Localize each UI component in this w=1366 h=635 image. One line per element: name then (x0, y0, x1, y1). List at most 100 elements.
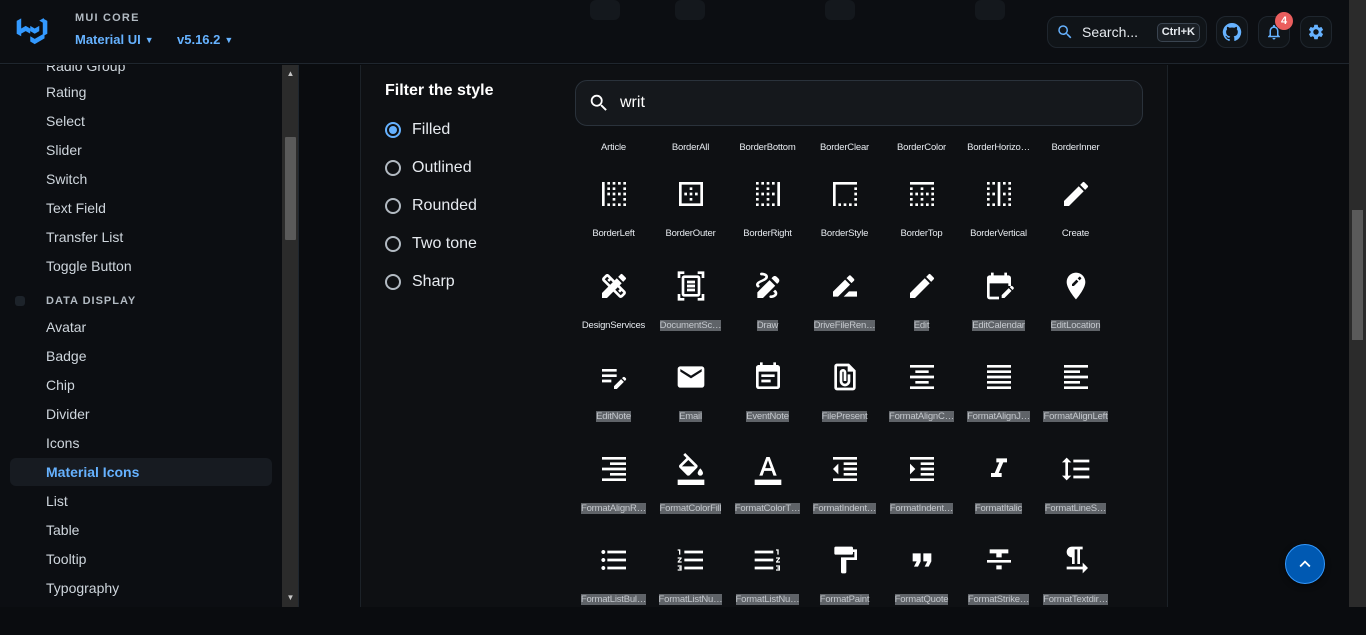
icon-tile[interactable]: Edit (883, 270, 960, 361)
radio-checked-icon[interactable] (385, 122, 401, 138)
icon-tile[interactable]: FormatColorFill (652, 453, 729, 544)
sidebar-scrollbar[interactable]: ▲ ▼ (282, 65, 298, 607)
icon-tile[interactable]: DocumentSc… (652, 270, 729, 361)
sidebar-item-transfer-list[interactable]: Transfer List (10, 223, 272, 251)
format-indent-decrease-icon[interactable] (829, 453, 861, 485)
drive-file-rename-icon[interactable] (829, 270, 861, 302)
icon-tile[interactable]: Email (652, 361, 729, 452)
icon-name-label[interactable]: Article (575, 142, 652, 153)
icon-tile[interactable]: Create (1037, 178, 1114, 269)
email-icon[interactable] (675, 361, 707, 393)
sidebar-item-tooltip[interactable]: Tooltip (10, 545, 272, 573)
edit-calendar-icon[interactable] (983, 270, 1015, 302)
icon-tile[interactable]: FormatItalic (960, 453, 1037, 544)
document-scanner-icon[interactable] (675, 270, 707, 302)
icon-name-label[interactable]: BorderColor (883, 142, 960, 153)
sidebar-item-chip[interactable]: Chip (10, 371, 272, 399)
sidebar-item-icons[interactable]: Icons (10, 429, 272, 457)
icon-tile[interactable]: Draw (729, 270, 806, 361)
github-button[interactable] (1216, 16, 1248, 48)
border-style-icon[interactable] (829, 178, 861, 210)
icon-tile[interactable]: FormatListNu… (729, 544, 806, 635)
draw-icon[interactable] (752, 270, 784, 302)
page-scrollbar-thumb[interactable] (1352, 210, 1363, 340)
sidebar-item-text-field[interactable]: Text Field (10, 194, 272, 222)
sidebar-item-avatar[interactable]: Avatar (10, 313, 272, 341)
format-textdirection-icon[interactable] (1060, 544, 1092, 576)
settings-button[interactable] (1300, 16, 1332, 48)
icon-tile[interactable]: FilePresent (806, 361, 883, 452)
icon-tile[interactable]: EditLocation (1037, 270, 1114, 361)
format-align-right-icon[interactable] (598, 453, 630, 485)
icon-name-label[interactable]: BorderClear (806, 142, 883, 153)
radio-unchecked-icon[interactable] (385, 236, 401, 252)
filter-option-rounded[interactable]: Rounded (385, 194, 477, 218)
icon-tile[interactable]: FormatIndent… (806, 453, 883, 544)
radio-unchecked-icon[interactable] (385, 198, 401, 214)
icon-tile[interactable]: DriveFileRen… (806, 270, 883, 361)
icon-name-label[interactable]: BorderInner (1037, 142, 1114, 153)
sidebar-item-material-icons[interactable]: Material Icons (10, 458, 272, 486)
icon-tile[interactable]: FormatAlignLeft (1037, 361, 1114, 452)
icon-tile[interactable]: EventNote (729, 361, 806, 452)
border-outer-icon[interactable] (675, 178, 707, 210)
format-list-numbered-icon[interactable] (675, 544, 707, 576)
format-paint-icon[interactable] (829, 544, 861, 576)
product-select[interactable]: Material UI ▼ (75, 32, 154, 47)
scroll-up-icon[interactable]: ▲ (285, 68, 296, 80)
icon-tile[interactable]: FormatAlignJ… (960, 361, 1037, 452)
page-scrollbar[interactable] (1349, 0, 1366, 607)
format-indent-increase-icon[interactable] (906, 453, 938, 485)
sidebar-item-toggle-button[interactable]: Toggle Button (10, 252, 272, 280)
design-services-icon[interactable] (598, 270, 630, 302)
icon-tile[interactable]: FormatLineS… (1037, 453, 1114, 544)
icon-tile[interactable]: BorderLeft (575, 178, 652, 269)
icon-tile[interactable]: FormatQuote (883, 544, 960, 635)
create-icon[interactable] (1060, 178, 1092, 210)
icon-tile[interactable]: FormatAlignC… (883, 361, 960, 452)
icon-search-field[interactable] (575, 80, 1143, 126)
icon-tile[interactable]: BorderOuter (652, 178, 729, 269)
sidebar-item-divider[interactable]: Divider (10, 400, 272, 428)
icon-tile[interactable]: FormatListNu… (652, 544, 729, 635)
sidebar-item-slider[interactable]: Slider (10, 136, 272, 164)
format-align-justify-icon[interactable] (983, 361, 1015, 393)
icon-tile[interactable]: DesignServices (575, 270, 652, 361)
scroll-down-icon[interactable]: ▼ (285, 592, 296, 604)
format-list-bulleted-icon[interactable] (598, 544, 630, 576)
icon-tile[interactable]: EditNote (575, 361, 652, 452)
sidebar-item-badge[interactable]: Badge (10, 342, 272, 370)
mui-logo-icon[interactable] (15, 18, 49, 46)
radio-unchecked-icon[interactable] (385, 160, 401, 176)
icon-tile[interactable]: BorderVertical (960, 178, 1037, 269)
edit-note-icon[interactable] (598, 361, 630, 393)
format-align-left-icon[interactable] (1060, 361, 1092, 393)
event-note-icon[interactable] (752, 361, 784, 393)
icon-tile[interactable]: FormatStrike… (960, 544, 1037, 635)
filter-option-outlined[interactable]: Outlined (385, 156, 472, 180)
format-quote-icon[interactable] (906, 544, 938, 576)
sidebar-item-typography[interactable]: Typography (10, 574, 272, 602)
sidebar-item-switch[interactable]: Switch (10, 165, 272, 193)
format-align-center-icon[interactable] (906, 361, 938, 393)
scroll-to-top-button[interactable] (1285, 544, 1325, 584)
sidebar-item-table[interactable]: Table (10, 516, 272, 544)
icon-tile[interactable]: BorderStyle (806, 178, 883, 269)
icon-tile[interactable]: FormatIndent… (883, 453, 960, 544)
icon-name-label[interactable]: BorderHorizo… (960, 142, 1037, 153)
file-present-icon[interactable] (829, 361, 861, 393)
filter-option-two-tone[interactable]: Two tone (385, 232, 477, 256)
icon-name-label[interactable]: BorderBottom (729, 142, 806, 153)
format-color-text-icon[interactable] (752, 453, 784, 485)
filter-option-sharp[interactable]: Sharp (385, 270, 455, 294)
icon-tile[interactable]: FormatPaint (806, 544, 883, 635)
icon-tile[interactable]: EditCalendar (960, 270, 1037, 361)
icon-name-label[interactable]: BorderAll (652, 142, 729, 153)
doc-search-button[interactable]: Search... Ctrl+K (1047, 16, 1207, 48)
icon-search-input[interactable] (620, 94, 1100, 112)
edit-location-icon[interactable] (1060, 270, 1092, 302)
filter-option-filled[interactable]: Filled (385, 118, 450, 142)
icon-tile[interactable]: FormatListBul… (575, 544, 652, 635)
sidebar-item-rating[interactable]: Rating (10, 78, 272, 106)
sidebar-item-select[interactable]: Select (10, 107, 272, 135)
